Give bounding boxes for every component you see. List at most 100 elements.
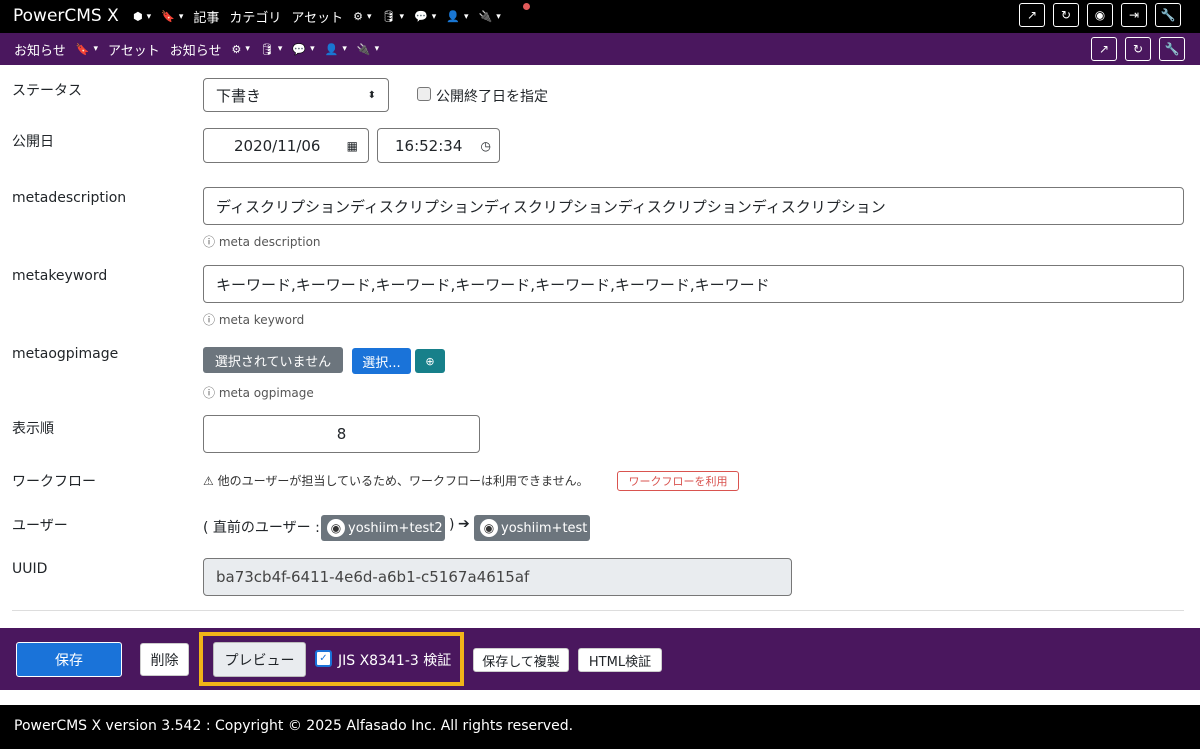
- html-validate-button[interactable]: HTML検証: [578, 648, 662, 672]
- calendar-icon[interactable]: ▦: [347, 139, 358, 153]
- workspace-navbar: お知らせ 🔖 ▾ アセット お知らせ ⚙ ▾ 🛢 ▾ 💬 ▾ 👤 ▾ 🔌 ▾ ↗ ↻ 🔧: [0, 33, 1200, 65]
- user-label: ユーザー: [12, 518, 68, 534]
- preview-button[interactable]: プレビュー: [213, 642, 306, 677]
- wrench-icon: 🔧: [1160, 8, 1176, 22]
- user-plus-icon: 👤: [446, 10, 460, 23]
- nav-item-label-4[interactable]: アセット: [291, 7, 343, 26]
- metakeyword-input[interactable]: キーワード,キーワード,キーワード,キーワード,キーワード,キーワード,キーワー…: [203, 265, 1184, 303]
- metaogpimage-label: metaogpimage: [12, 346, 119, 362]
- form-divider: [12, 610, 1184, 611]
- published-time-input[interactable]: 16:52:34 ◷: [377, 128, 500, 163]
- external-link-button[interactable]: ↗: [1091, 37, 1117, 61]
- status-select[interactable]: 下書き ⬍: [203, 78, 389, 112]
- workflow-notice-text: 他のユーザーが担当しているため、ワークフローは利用できません。: [217, 474, 589, 488]
- order-input[interactable]: 8: [203, 415, 480, 453]
- workflow-label: ワークフロー: [12, 474, 96, 490]
- caret-down-icon: ▾: [277, 44, 283, 54]
- nav-item-label: アセット: [291, 11, 344, 26]
- nav-item-label: アセット: [107, 43, 160, 59]
- nav-item-bookmark[interactable]: 🔖 ▾: [161, 10, 183, 23]
- database-icon: 🛢: [381, 10, 396, 23]
- metadescription-help: ⓘ meta description: [203, 233, 321, 250]
- bookmark-icon: 🔖: [161, 10, 175, 23]
- caret-down-icon: ▾: [178, 11, 184, 22]
- database-icon: 🛢: [259, 42, 274, 56]
- save-and-duplicate-button[interactable]: 保存して複製: [473, 648, 569, 672]
- nav-item-plug[interactable]: 🔌 ▾: [479, 10, 501, 23]
- gear-icon: ⚙: [353, 10, 364, 23]
- nav-item-label-3[interactable]: お知らせ: [170, 40, 222, 59]
- save-button[interactable]: 保存: [16, 642, 122, 677]
- end-date-checkbox-label: 公開終了日を指定: [436, 89, 548, 105]
- refresh-button[interactable]: ↻: [1053, 3, 1079, 27]
- previous-user-badge[interactable]: ◉ yoshiim+test2: [321, 515, 445, 541]
- nav-item-gear[interactable]: ⚙ ▾: [353, 10, 371, 23]
- nav-item-gear[interactable]: ⚙ ▾: [231, 43, 249, 56]
- user-plus-icon: 👤: [324, 42, 339, 56]
- wrench-button[interactable]: 🔧: [1159, 37, 1185, 61]
- workspace-nav-menu: お知らせ 🔖 ▾ アセット お知らせ ⚙ ▾ 🛢 ▾ 💬 ▾ 👤 ▾ 🔌 ▾: [14, 33, 379, 65]
- jis-check-label: JIS X8341-3 検証: [338, 653, 452, 669]
- caret-down-icon: ▾: [399, 11, 405, 22]
- nav-item-bookmark[interactable]: 🔖 ▾: [76, 43, 98, 56]
- refresh-button[interactable]: ↻: [1125, 37, 1151, 61]
- caret-down-icon: ▾: [93, 44, 98, 54]
- comments-icon: 💬: [414, 10, 428, 23]
- published-date-input[interactable]: 2020/11/06 ▦: [203, 128, 369, 163]
- wrench-button[interactable]: 🔧: [1155, 3, 1181, 27]
- footer: PowerCMS X version 3.542 : Copyright © 2…: [0, 705, 1200, 749]
- status-select-value: 下書き: [216, 86, 262, 105]
- ogpimage-add-button[interactable]: ⊕: [415, 349, 445, 373]
- ogpimage-select-button[interactable]: 選択...: [352, 348, 411, 374]
- published-date-value: 2020/11/06: [234, 136, 321, 155]
- current-user-badge[interactable]: ◉ yoshiim+test: [474, 515, 590, 541]
- status-label: ステータス: [12, 83, 82, 99]
- metadescription-help-text: meta description: [218, 235, 321, 249]
- previous-user-prefix: ( 直前のユーザー :: [203, 520, 320, 536]
- nav-item-user-plus[interactable]: 👤 ▾: [325, 43, 347, 56]
- clock-icon[interactable]: ◷: [481, 139, 491, 153]
- nav-item-database[interactable]: 🛢 ▾: [260, 43, 283, 56]
- nav-item-label-3[interactable]: カテゴリ: [229, 7, 281, 26]
- warning-icon: ⚠: [203, 474, 214, 488]
- end-date-checkbox[interactable]: [417, 87, 431, 101]
- ogpimage-none-badge: 選択されていません: [203, 347, 343, 373]
- uuid-label: UUID: [12, 561, 48, 577]
- sign-out-button[interactable]: ⇥: [1121, 3, 1147, 27]
- use-workflow-button[interactable]: ワークフローを利用: [617, 471, 739, 491]
- metakeyword-help-text: meta keyword: [218, 313, 305, 327]
- wrench-icon: 🔧: [1164, 42, 1180, 56]
- nav-item-cube[interactable]: ⬢ ▾: [133, 10, 151, 23]
- user-circle-button[interactable]: ◉: [1087, 3, 1113, 27]
- current-user-name: yoshiim+test: [501, 520, 588, 536]
- comments-icon: 💬: [292, 42, 307, 56]
- nav-item-plug[interactable]: 🔌 ▾: [357, 43, 379, 56]
- metadescription-input[interactable]: ディスクリプションディスクリプションディスクリプションディスクリプションディスク…: [203, 187, 1184, 225]
- previous-user-name: yoshiim+test2: [348, 520, 443, 536]
- jis-check-checkbox[interactable]: ✓: [315, 650, 332, 667]
- refresh-icon: ↻: [1060, 8, 1072, 22]
- nav-item-comments[interactable]: 💬 ▾: [414, 10, 436, 23]
- nav-item-label: カテゴリ: [229, 11, 282, 26]
- caret-down-icon: ▾: [464, 11, 469, 22]
- uuid-input[interactable]: ba73cb4f-6411-4e6d-a6b1-c5167a4615af: [203, 558, 792, 596]
- nav-item-comments[interactable]: 💬 ▾: [292, 43, 314, 56]
- nav-item-user-plus[interactable]: 👤 ▾: [446, 10, 468, 23]
- top-navbar: PowerCMS X ⬢ ▾ 🔖 ▾ 記事 カテゴリ アセット ⚙ ▾ 🛢 ▾ 💬 ▾ 👤 ▾ 🔌 ▾ ↗ ↻ ◉ ⇥…: [0, 0, 1200, 33]
- brand-logo[interactable]: PowerCMS X: [13, 6, 119, 26]
- nav-item-label-0[interactable]: お知らせ: [14, 40, 66, 59]
- copyright-text: PowerCMS X version 3.542 : Copyright © 2…: [14, 718, 574, 734]
- nav-item-label-2[interactable]: アセット: [108, 40, 160, 59]
- refresh-icon: ↻: [1132, 42, 1144, 56]
- nav-item-label-2[interactable]: 記事: [193, 7, 219, 26]
- user-avatar-icon: ◉: [480, 519, 498, 537]
- external-link-button[interactable]: ↗: [1019, 3, 1045, 27]
- cube-icon: ⬢: [133, 10, 143, 23]
- delete-button[interactable]: 削除: [140, 643, 189, 676]
- caret-down-icon: ▾: [374, 44, 380, 54]
- question-circle-icon: ⓘ: [203, 313, 216, 327]
- external-link-icon: ↗: [1098, 42, 1110, 56]
- question-circle-icon: ⓘ: [203, 235, 216, 249]
- caret-down-icon: ▾: [367, 11, 372, 22]
- nav-item-database[interactable]: 🛢 ▾: [382, 10, 405, 23]
